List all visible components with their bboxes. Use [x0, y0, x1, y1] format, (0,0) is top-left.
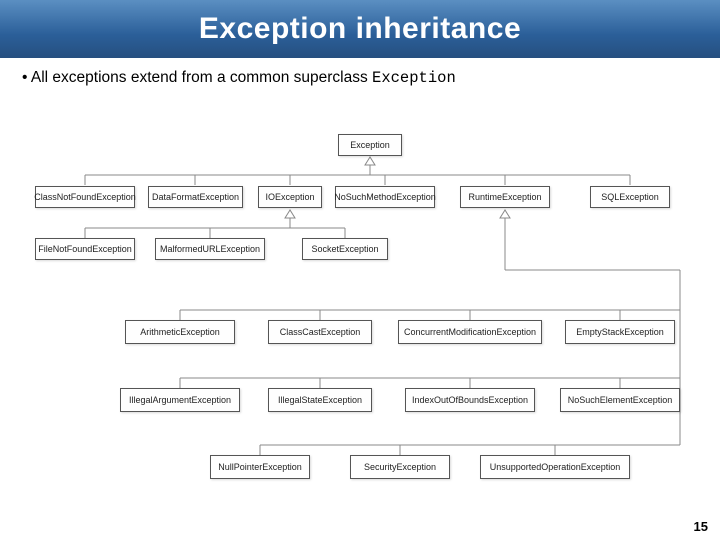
node-runtime: RuntimeException — [460, 186, 550, 208]
node-socket: SocketException — [302, 238, 388, 260]
node-arithmetic: ArithmeticException — [125, 320, 235, 344]
node-indexoob: IndexOutOfBoundsException — [405, 388, 535, 412]
node-malformedurl: MalformedURLException — [155, 238, 265, 260]
node-security: SecurityException — [350, 455, 450, 479]
node-dataformat: DataFormatException — [148, 186, 243, 208]
node-classnotfound: ClassNotFoundException — [35, 186, 135, 208]
node-exception: Exception — [338, 134, 402, 156]
node-emptystack: EmptyStackException — [565, 320, 675, 344]
diagram-connectors — [0, 110, 720, 490]
node-ioexception: IOException — [258, 186, 322, 208]
node-classcast: ClassCastException — [268, 320, 372, 344]
bullet-text: • All exceptions extend from a common su… — [0, 58, 720, 88]
node-unsupportedop: UnsupportedOperationException — [480, 455, 630, 479]
page-number: 15 — [694, 519, 708, 534]
bullet-code: Exception — [372, 69, 456, 87]
node-filenotfound: FileNotFoundException — [35, 238, 135, 260]
node-sql: SQLException — [590, 186, 670, 208]
node-concurrentmod: ConcurrentModificationException — [398, 320, 542, 344]
node-nosuchelem: NoSuchElementException — [560, 388, 680, 412]
node-illegalstate: IllegalStateException — [268, 388, 372, 412]
title-banner: Exception inheritance — [0, 0, 720, 58]
class-diagram: Exception ClassNotFoundException DataFor… — [0, 110, 720, 490]
bullet-prefix: • All exceptions extend from a common su… — [22, 69, 372, 86]
page-title: Exception inheritance — [199, 12, 521, 46]
node-illegalarg: IllegalArgumentException — [120, 388, 240, 412]
node-nosuchmethod: NoSuchMethodException — [335, 186, 435, 208]
node-nullpointer: NullPointerException — [210, 455, 310, 479]
